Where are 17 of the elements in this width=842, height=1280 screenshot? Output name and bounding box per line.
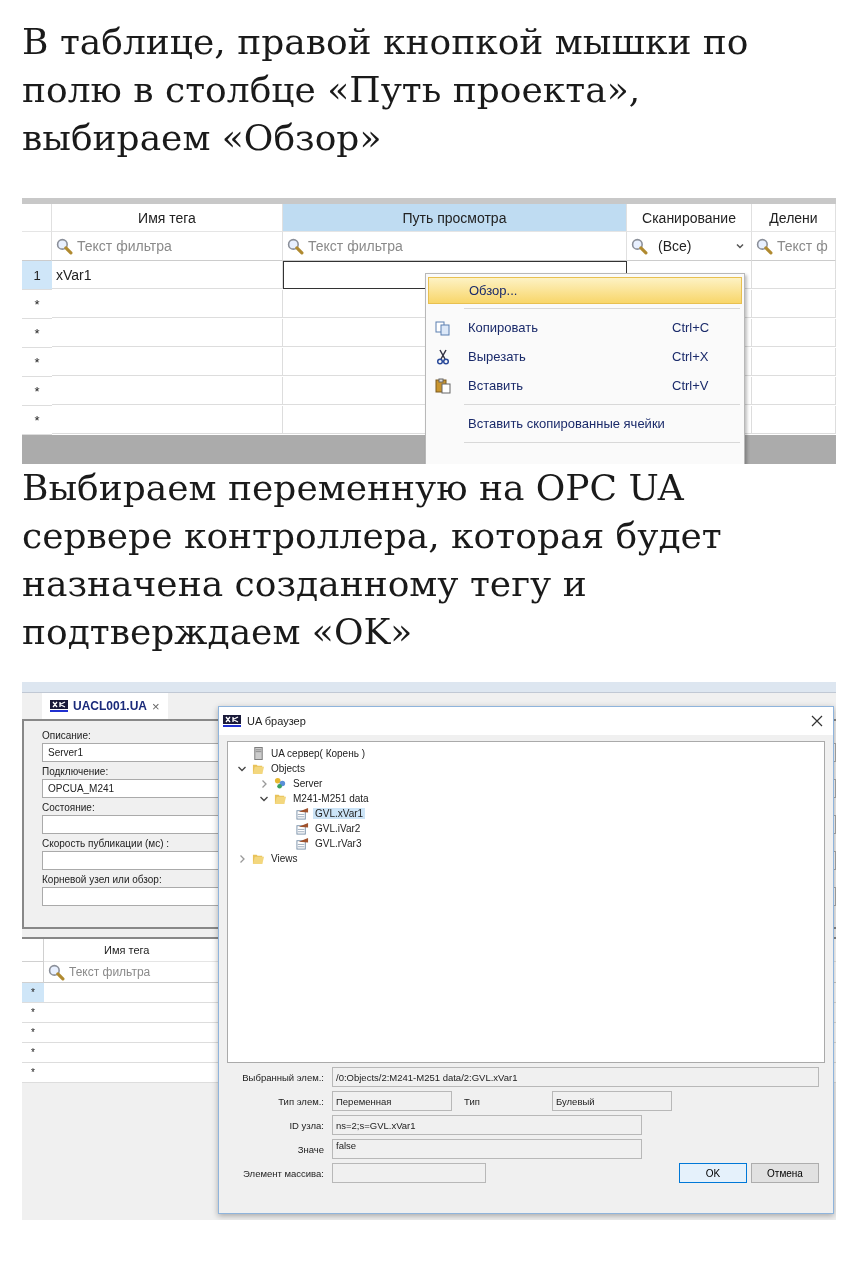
instruction-text: В таблице, правой кнопкой мышки по полю в столбце «Путь проекта», выбираем «Обзор» bbox=[22, 20, 750, 160]
instruction-text: Выбираем переменную на OPC UA сервере контроллера, которая будет назначена созданному тегу и подтверждаем «OK» bbox=[22, 466, 723, 654]
field-label: Скорость публикации (мс) : bbox=[42, 837, 170, 851]
field-label: Тип bbox=[463, 1095, 481, 1107]
field-label: ID узла: bbox=[288, 1119, 324, 1131]
field-label: Состояние: bbox=[42, 801, 95, 815]
row-marker: * bbox=[22, 983, 44, 1003]
field-label: Подключение: bbox=[42, 765, 109, 779]
field-label: Корневой узел или обзор: bbox=[42, 873, 162, 887]
table-cell: xVar1 bbox=[52, 261, 283, 289]
field-label: Описание: bbox=[42, 729, 91, 743]
dialog-title: UA браузер bbox=[247, 715, 307, 727]
field-label: Значе bbox=[296, 1143, 324, 1155]
field-label: Выбранный элем.: bbox=[241, 1071, 324, 1083]
field-label: Тип элем.: bbox=[277, 1095, 324, 1107]
row-marker: 1 bbox=[22, 261, 52, 290]
field-label: Элемент массива: bbox=[242, 1167, 324, 1179]
